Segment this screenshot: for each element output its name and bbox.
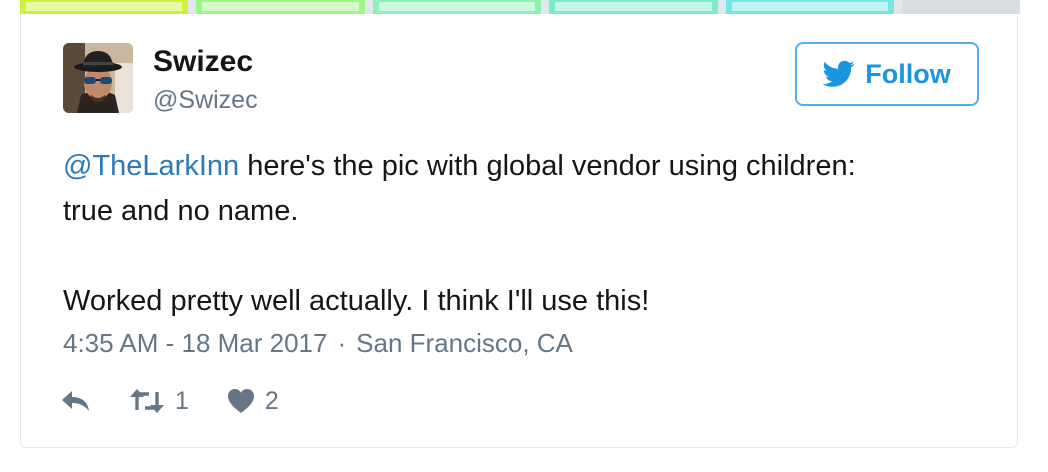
follow-button[interactable]: Follow	[795, 42, 979, 106]
tweet-text-line: Worked pretty well actually. I think I'l…	[63, 285, 650, 317]
mention-link[interactable]: @TheLarkInn	[63, 150, 239, 182]
reply-button[interactable]	[61, 389, 91, 413]
tweet-actions: 1 2	[61, 384, 317, 418]
tweet-timestamp[interactable]: 4:35 AM - 18 Mar 2017	[63, 328, 327, 358]
follow-button-label: Follow	[865, 59, 951, 89]
tweet-text-line: true and no name.	[63, 195, 299, 227]
media-thumbnail	[902, 0, 1020, 14]
retweet-button[interactable]: 1	[129, 386, 189, 416]
metadata-separator: ·	[337, 328, 347, 358]
tweet-text-segment: here's the pic with global vendor using …	[239, 150, 856, 182]
twitter-bird-icon	[823, 60, 855, 88]
retweet-icon	[129, 388, 165, 414]
tweet-media-strip[interactable]	[20, 0, 1020, 14]
media-thumbnail	[196, 0, 365, 14]
heart-icon	[227, 388, 255, 414]
avatar-photo	[63, 43, 133, 113]
retweet-count: 1	[175, 387, 189, 415]
tweet-text-line: @TheLarkInn here's the pic with global v…	[63, 144, 993, 189]
media-thumbnail	[372, 0, 542, 14]
page: Swizec @Swizec Follow @TheLarkInn here's…	[0, 0, 1048, 472]
tweet-metadata: 4:35 AM - 18 Mar 2017 · San Francisco, CA	[63, 326, 573, 360]
media-thumbnail	[725, 0, 895, 14]
like-count: 2	[264, 387, 279, 415]
tweet-location[interactable]: San Francisco, CA	[356, 328, 573, 358]
display-name[interactable]: Swizec	[153, 44, 253, 80]
media-thumbnail	[549, 0, 718, 14]
screen-name[interactable]: @Swizec	[153, 84, 258, 116]
tweet-card: Swizec @Swizec Follow @TheLarkInn here's…	[20, 14, 1018, 448]
like-button[interactable]: 2	[227, 386, 279, 416]
avatar[interactable]	[63, 43, 133, 113]
tweet-text: @TheLarkInn here's the pic with global v…	[63, 144, 993, 324]
media-thumbnail	[20, 0, 189, 14]
reply-icon	[61, 389, 91, 413]
